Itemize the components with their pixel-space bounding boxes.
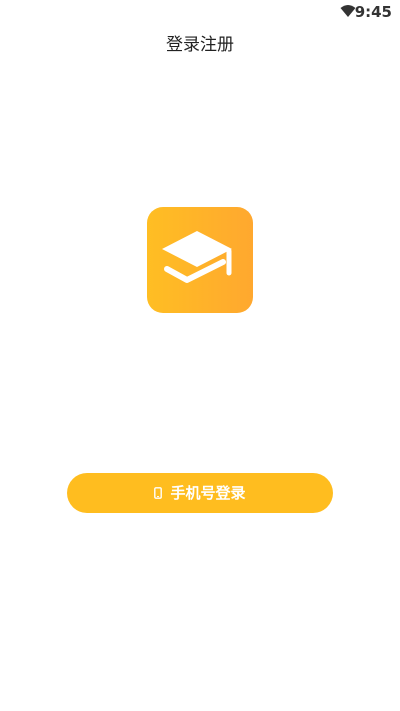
wifi-icon [340, 5, 356, 17]
status-time: 9:45 [354, 3, 392, 21]
graduation-cap-icon [162, 231, 232, 283]
page-title: 登录注册 [166, 35, 234, 55]
phone-login-label: 手机号登录 [170, 484, 246, 502]
phone-login-button[interactable]: 手机号登录 [67, 473, 333, 513]
phone-icon [154, 487, 163, 499]
status-bar: 9:45 [0, 0, 400, 24]
app-logo [147, 207, 253, 313]
